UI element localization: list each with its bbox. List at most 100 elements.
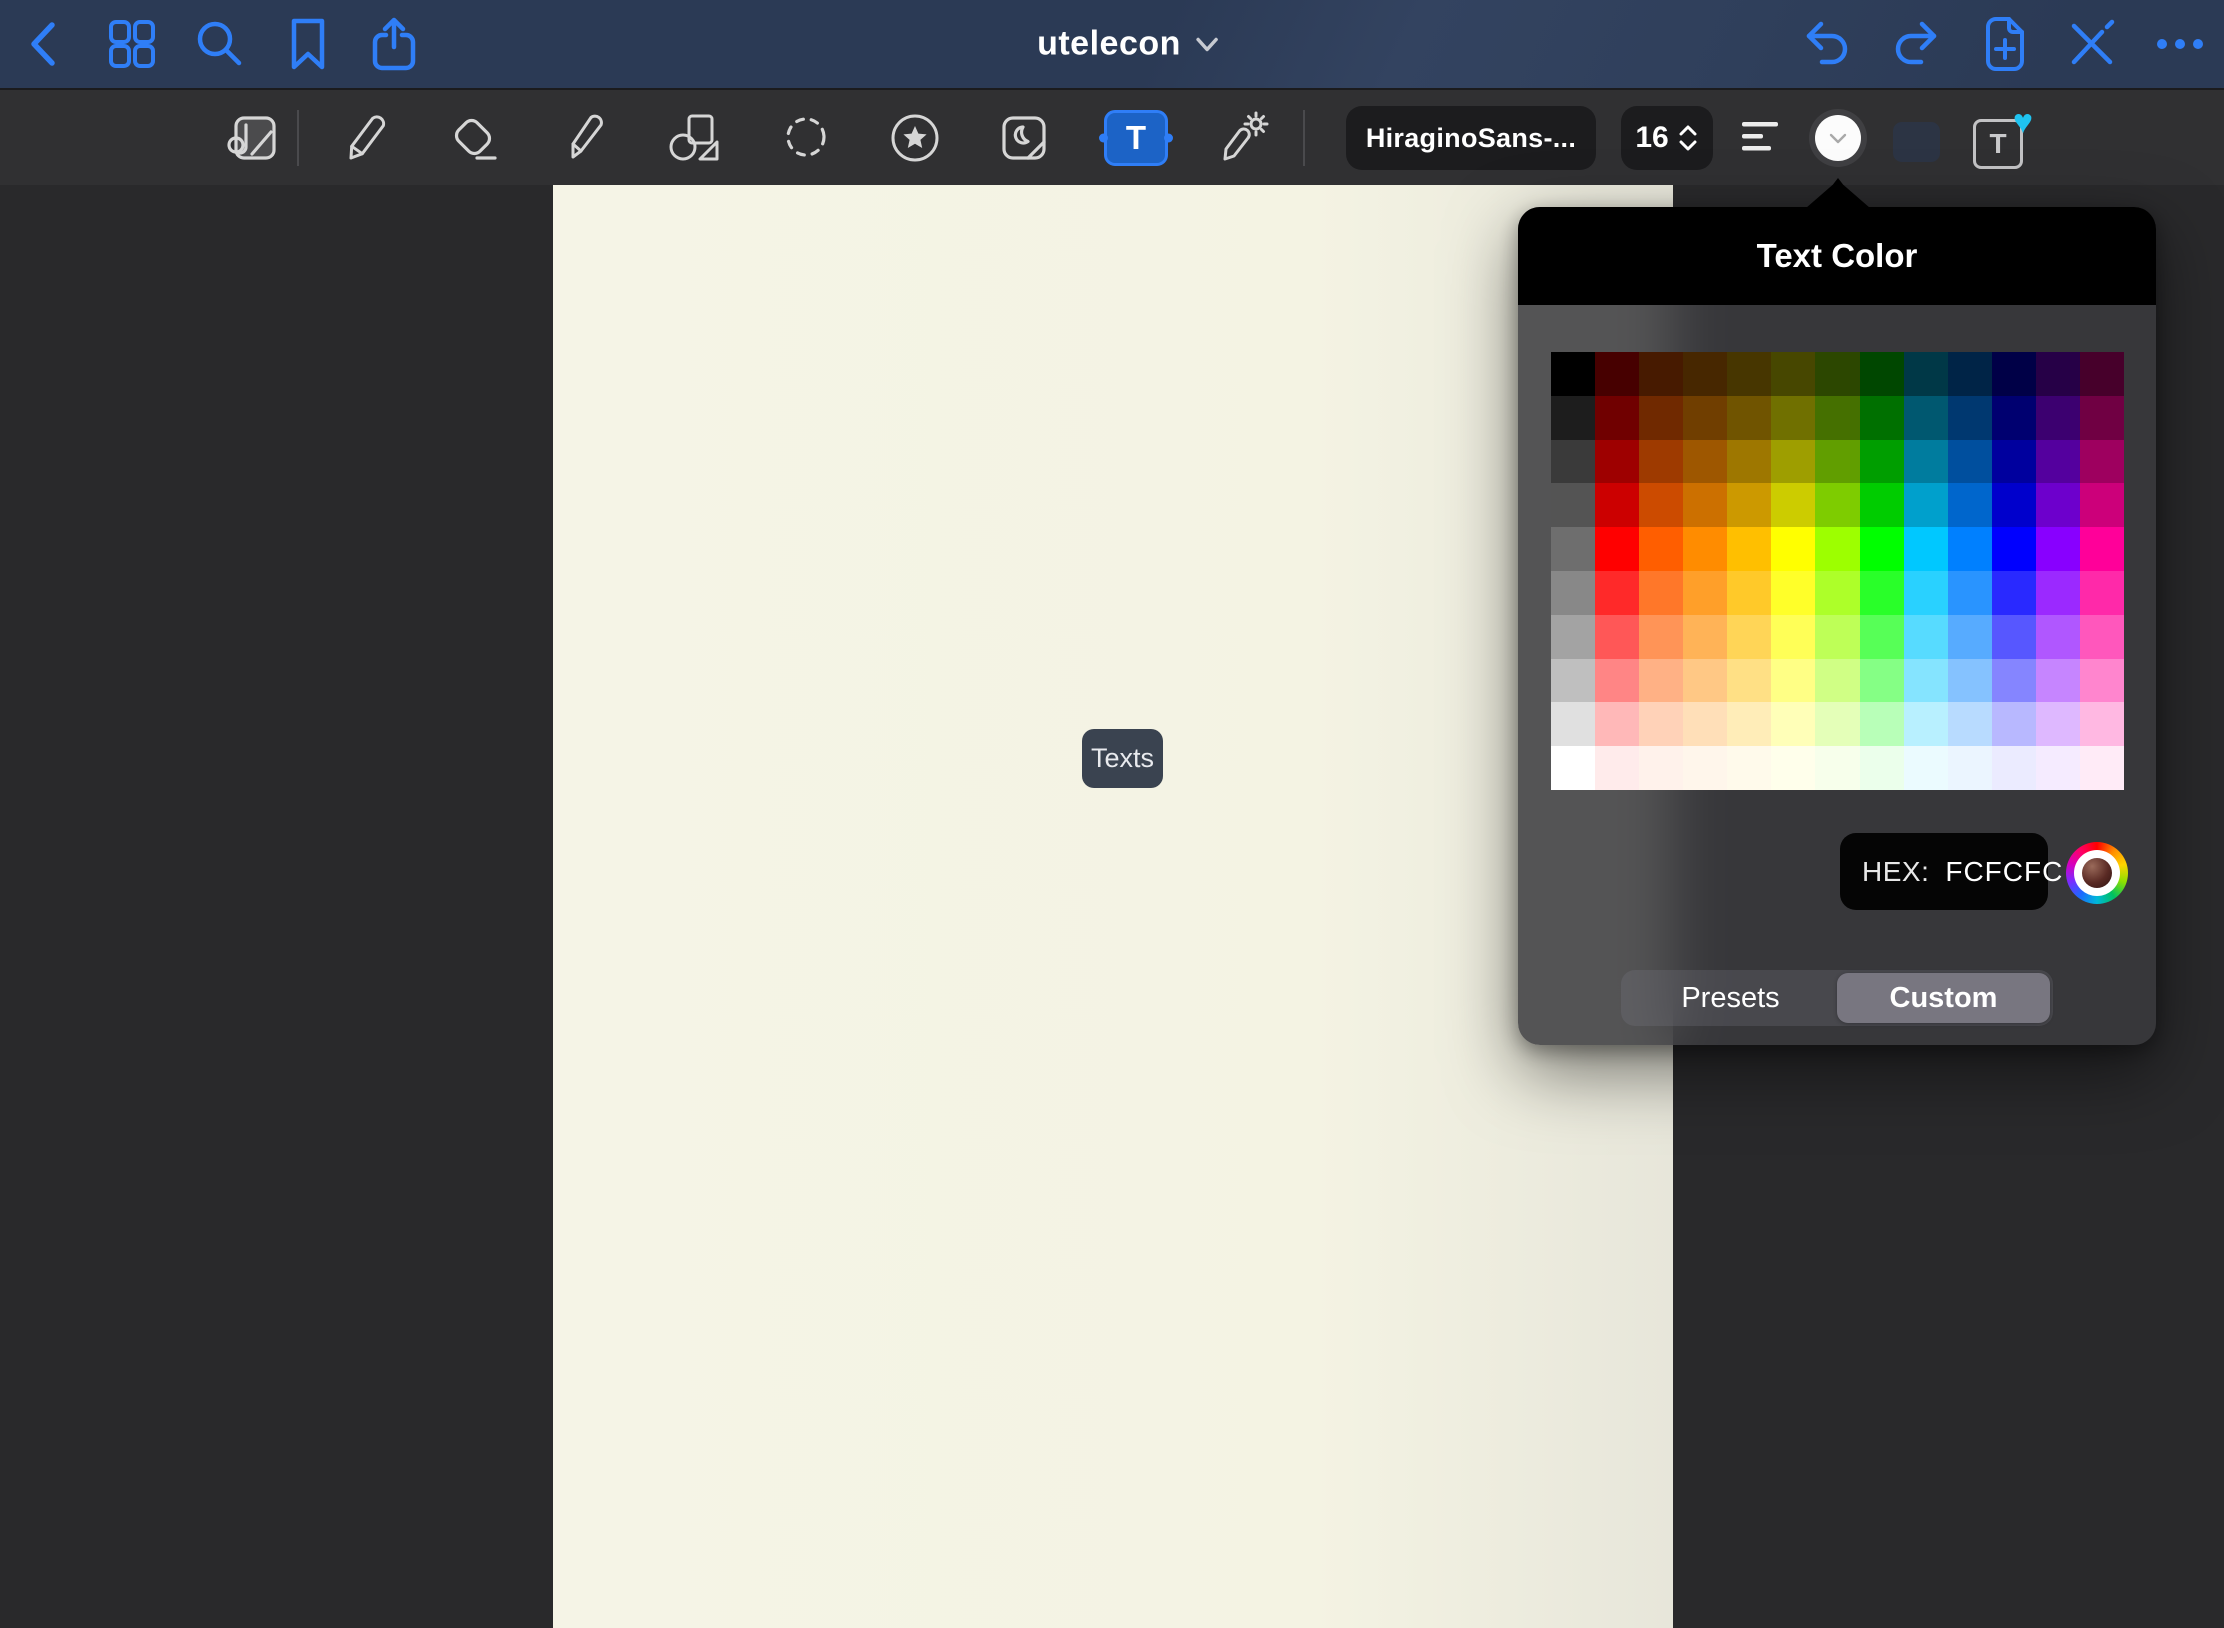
color-swatch[interactable] (1948, 352, 1992, 396)
color-swatch[interactable] (1639, 659, 1683, 703)
color-swatch[interactable] (1771, 440, 1815, 484)
color-swatch[interactable] (1860, 702, 1904, 746)
color-swatch[interactable] (1727, 440, 1771, 484)
color-swatch[interactable] (1595, 746, 1639, 790)
color-swatch[interactable] (1992, 615, 2036, 659)
color-swatch[interactable] (1727, 746, 1771, 790)
color-swatch[interactable] (1727, 571, 1771, 615)
color-swatch[interactable] (1904, 396, 1948, 440)
color-swatch[interactable] (1595, 483, 1639, 527)
color-swatch[interactable] (1815, 440, 1859, 484)
color-swatch[interactable] (1639, 352, 1683, 396)
color-swatch[interactable] (1595, 396, 1639, 440)
color-swatch[interactable] (1727, 615, 1771, 659)
color-swatch[interactable] (1815, 615, 1859, 659)
elements-tool-icon[interactable] (887, 110, 943, 166)
color-swatch[interactable] (2036, 483, 2080, 527)
color-swatch[interactable] (2036, 615, 2080, 659)
color-swatch[interactable] (1815, 483, 1859, 527)
lasso-tool-icon[interactable] (778, 111, 834, 165)
color-swatch[interactable] (1860, 396, 1904, 440)
undo-icon[interactable] (1802, 19, 1854, 69)
color-swatch[interactable] (1904, 483, 1948, 527)
color-swatch[interactable] (1771, 659, 1815, 703)
color-swatch[interactable] (1551, 659, 1595, 703)
color-swatch[interactable] (1948, 702, 1992, 746)
color-swatch[interactable] (1727, 396, 1771, 440)
color-swatch[interactable] (1639, 396, 1683, 440)
text-color-button[interactable] (1809, 109, 1867, 167)
color-swatch[interactable] (2080, 396, 2124, 440)
color-swatch[interactable] (1551, 571, 1595, 615)
color-swatch[interactable] (1815, 659, 1859, 703)
back-icon[interactable] (26, 18, 60, 70)
color-swatch[interactable] (2080, 483, 2124, 527)
color-swatch[interactable] (1948, 483, 1992, 527)
color-swatch[interactable] (1948, 746, 1992, 790)
color-swatch[interactable] (1992, 352, 2036, 396)
color-swatch[interactable] (2036, 746, 2080, 790)
color-swatch[interactable] (1639, 571, 1683, 615)
color-swatch[interactable] (1551, 702, 1595, 746)
color-swatch[interactable] (2080, 615, 2124, 659)
color-swatch[interactable] (1771, 615, 1815, 659)
color-swatch[interactable] (1904, 746, 1948, 790)
color-swatch[interactable] (2080, 440, 2124, 484)
color-swatch[interactable] (1904, 702, 1948, 746)
color-swatch[interactable] (1904, 571, 1948, 615)
color-swatch[interactable] (1771, 746, 1815, 790)
color-swatch[interactable] (1683, 659, 1727, 703)
color-swatch[interactable] (2036, 396, 2080, 440)
reading-mode-icon[interactable] (224, 111, 280, 165)
search-icon[interactable] (194, 18, 246, 70)
tab-custom[interactable]: Custom (1837, 973, 2050, 1023)
color-swatch[interactable] (1948, 396, 1992, 440)
color-swatch[interactable] (1683, 352, 1727, 396)
color-swatch[interactable] (2080, 352, 2124, 396)
highlighter-tool-icon[interactable] (559, 111, 613, 165)
font-size-stepper[interactable]: 16 (1621, 106, 1713, 170)
color-swatch[interactable] (1992, 702, 2036, 746)
color-swatch[interactable] (1860, 352, 1904, 396)
color-swatch[interactable] (1904, 527, 1948, 571)
color-swatch[interactable] (1860, 659, 1904, 703)
color-swatch[interactable] (1551, 483, 1595, 527)
color-swatch[interactable] (1992, 483, 2036, 527)
document-page[interactable]: Texts (553, 185, 1673, 1628)
add-page-icon[interactable] (1980, 15, 2028, 73)
color-swatch[interactable] (1860, 527, 1904, 571)
color-swatch[interactable] (1948, 527, 1992, 571)
text-align-icon[interactable] (1742, 122, 1782, 154)
shapes-tool-icon[interactable] (666, 111, 722, 165)
color-swatch[interactable] (1683, 571, 1727, 615)
color-swatch[interactable] (2036, 659, 2080, 703)
color-swatch[interactable] (1639, 483, 1683, 527)
color-swatch[interactable] (1860, 615, 1904, 659)
color-swatch[interactable] (1860, 483, 1904, 527)
color-swatch[interactable] (1551, 615, 1595, 659)
more-options-icon[interactable] (2154, 37, 2206, 51)
color-swatch[interactable] (1815, 352, 1859, 396)
color-swatch[interactable] (1948, 571, 1992, 615)
color-swatch[interactable] (1992, 746, 2036, 790)
color-swatch[interactable] (1992, 440, 2036, 484)
laser-pointer-icon[interactable] (1215, 111, 1273, 165)
color-swatch[interactable] (1683, 702, 1727, 746)
color-swatch[interactable] (1683, 615, 1727, 659)
share-icon[interactable] (369, 16, 419, 72)
image-tool-icon[interactable] (997, 111, 1051, 165)
color-swatch[interactable] (2036, 440, 2080, 484)
thumbnails-grid-icon[interactable] (106, 18, 158, 70)
color-swatch[interactable] (1771, 483, 1815, 527)
color-swatch[interactable] (1992, 527, 2036, 571)
color-swatch[interactable] (1595, 440, 1639, 484)
color-swatch[interactable] (2036, 571, 2080, 615)
color-swatch[interactable] (1683, 440, 1727, 484)
font-family-button[interactable]: HiraginoSans-... (1346, 106, 1596, 170)
color-swatch[interactable] (1727, 352, 1771, 396)
color-swatch[interactable] (1639, 702, 1683, 746)
color-swatch[interactable] (1639, 440, 1683, 484)
color-swatch[interactable] (2036, 352, 2080, 396)
color-swatch[interactable] (1727, 702, 1771, 746)
color-swatch[interactable] (1727, 659, 1771, 703)
